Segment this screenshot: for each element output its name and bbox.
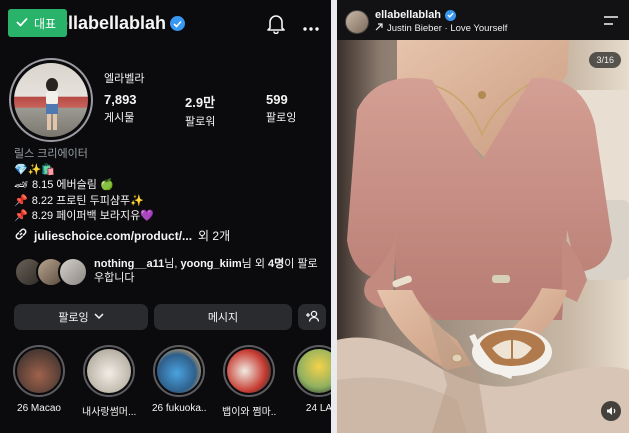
highlight-label: 24 LA [305,403,331,414]
followed-by[interactable]: nothing__a11님, yoong_kiim님 외 4명이 팔로우합니다 [14,257,324,287]
stat-count: 2.9만 [185,95,216,110]
reel-panel: ellabellablah Justin Bieber · Love Yours… [337,0,629,433]
menu-icon[interactable] [603,14,619,32]
reel-username[interactable]: ellabellablah [375,9,457,21]
bio-emoji: 📌 [14,210,28,222]
header-actions [267,14,319,39]
photo-illustration [337,40,629,433]
bio-text: 8.29 페이퍼백 보라지유💜 [31,210,154,222]
sound-icon[interactable] [601,401,621,421]
bio-line: 📌 8.29 페이퍼백 보라지유💜 [14,209,154,225]
bell-icon[interactable] [267,14,285,39]
stat-label: 팔로워 [185,116,216,128]
highlight-label: 26 Macao [17,403,61,414]
highlight-item[interactable]: 26 Macao [12,345,66,418]
bio-emoji: 💎✨🛍️ [14,163,56,176]
link-more[interactable]: 외 2개 [198,227,230,244]
following-button[interactable]: 팔로잉 [14,304,148,330]
music-arrow-icon [375,23,383,34]
highlight-item[interactable]: 26 fukuoka... [152,345,206,418]
highlight-item[interactable]: 뱁이와 쩜마... [222,345,276,418]
link-icon [14,227,28,244]
stat-label: 게시물 [104,112,135,124]
bio-line: 💎✨🛍️ [14,163,154,179]
highlight-cover [13,345,65,397]
stat-following[interactable]: 599 팔로잉 [266,92,331,129]
highlight-label: 뱁이와 쩜마... [222,407,276,418]
representative-tag[interactable]: 대표 [8,9,67,37]
highlight-cover [83,345,135,397]
stat-count: 7,893 [104,92,137,107]
profile-panel: 대표 ellabellablah 엘라벨라 7,893 게시물 2.9만 팔로워… [0,0,331,433]
music-title: Justin Bieber · Love Yourself [387,23,508,34]
profile-stats: 7,893 게시물 2.9만 팔로워 599 팔로잉 [104,92,331,129]
follower-avatar [58,257,88,287]
followed-by-text: nothing__a11님, yoong_kiim님 외 4명이 팔로우합니다 [94,257,324,285]
follower-avatars [14,257,88,287]
stat-followers[interactable]: 2.9만 팔로워 [185,92,266,129]
bio-line: 📌 8.22 프로틴 두피샴푸✨ [14,194,154,210]
verified-badge-icon [170,16,186,31]
verified-badge-icon [445,9,457,21]
chevron-down-icon [94,311,104,323]
highlight-item[interactable]: 내사랑썸머... [82,345,136,418]
highlight-cover [153,345,205,397]
reel-photo[interactable] [337,40,629,433]
stat-posts[interactable]: 7,893 게시물 [104,92,185,129]
profile-username: ellabellablah [58,13,186,34]
add-person-button[interactable] [298,304,326,330]
bio-emoji: 🏎 [14,179,28,191]
profile-avatar[interactable] [9,58,93,142]
representative-tag-label: 대표 [34,16,57,31]
follower-name[interactable]: nothing__a11 [94,258,164,270]
follower-count: 4명 [268,258,285,270]
story-highlights: 26 Macao 내사랑썸머... 26 fukuoka... 뱁이와 쩜마..… [12,345,331,418]
add-person-icon [305,310,320,325]
reel-avatar[interactable] [345,10,369,34]
followed-by-connector: 님 외 [241,258,269,270]
bio-line: 🏎 8.15 에버슬림 🍏 [14,178,154,194]
link-url[interactable]: julieschoice.com/product/... [34,229,192,243]
display-name: 엘라벨라 [104,73,145,85]
check-icon [16,16,28,30]
highlight-item[interactable]: 24 LA [292,345,331,418]
profile-bio: 릴스 크리에이터 💎✨🛍️ 🏎 8.15 에버슬림 🍏 📌 8.22 프로틴 두피샴… [14,147,154,225]
more-icon[interactable] [303,18,319,36]
stat-count: 599 [266,92,288,107]
reel-header: ellabellablah Justin Bieber · Love Yours… [337,0,629,40]
followed-by-connector: 님, [164,258,181,270]
follower-name[interactable]: yoong_kiim [181,258,242,270]
bio-text: 8.15 에버슬림 🍏 [31,179,114,191]
highlight-cover [293,345,331,397]
highlight-label: 내사랑썸머... [82,407,136,418]
profile-actions: 팔로잉 메시지 [14,304,326,330]
profile-category: 릴스 크리에이터 [14,148,88,160]
message-button[interactable]: 메시지 [154,304,292,330]
reel-music[interactable]: Justin Bieber · Love Yourself [375,23,507,34]
avatar-photo [14,63,88,137]
bio-emoji: 📌 [14,194,28,207]
media-counter: 3/16 [589,52,621,68]
stat-label: 팔로잉 [266,112,297,124]
highlight-label: 26 fukuoka... [152,403,206,414]
highlight-cover [223,345,275,397]
username-text: ellabellablah [58,13,167,33]
profile-link[interactable]: julieschoice.com/product/... 외 2개 [14,227,230,244]
bio-text: 8.22 프로틴 두피샴푸✨ [31,194,144,207]
message-label: 메시지 [207,312,239,324]
following-label: 팔로잉 [58,312,89,324]
reel-username-text: ellabellablah [375,9,442,21]
